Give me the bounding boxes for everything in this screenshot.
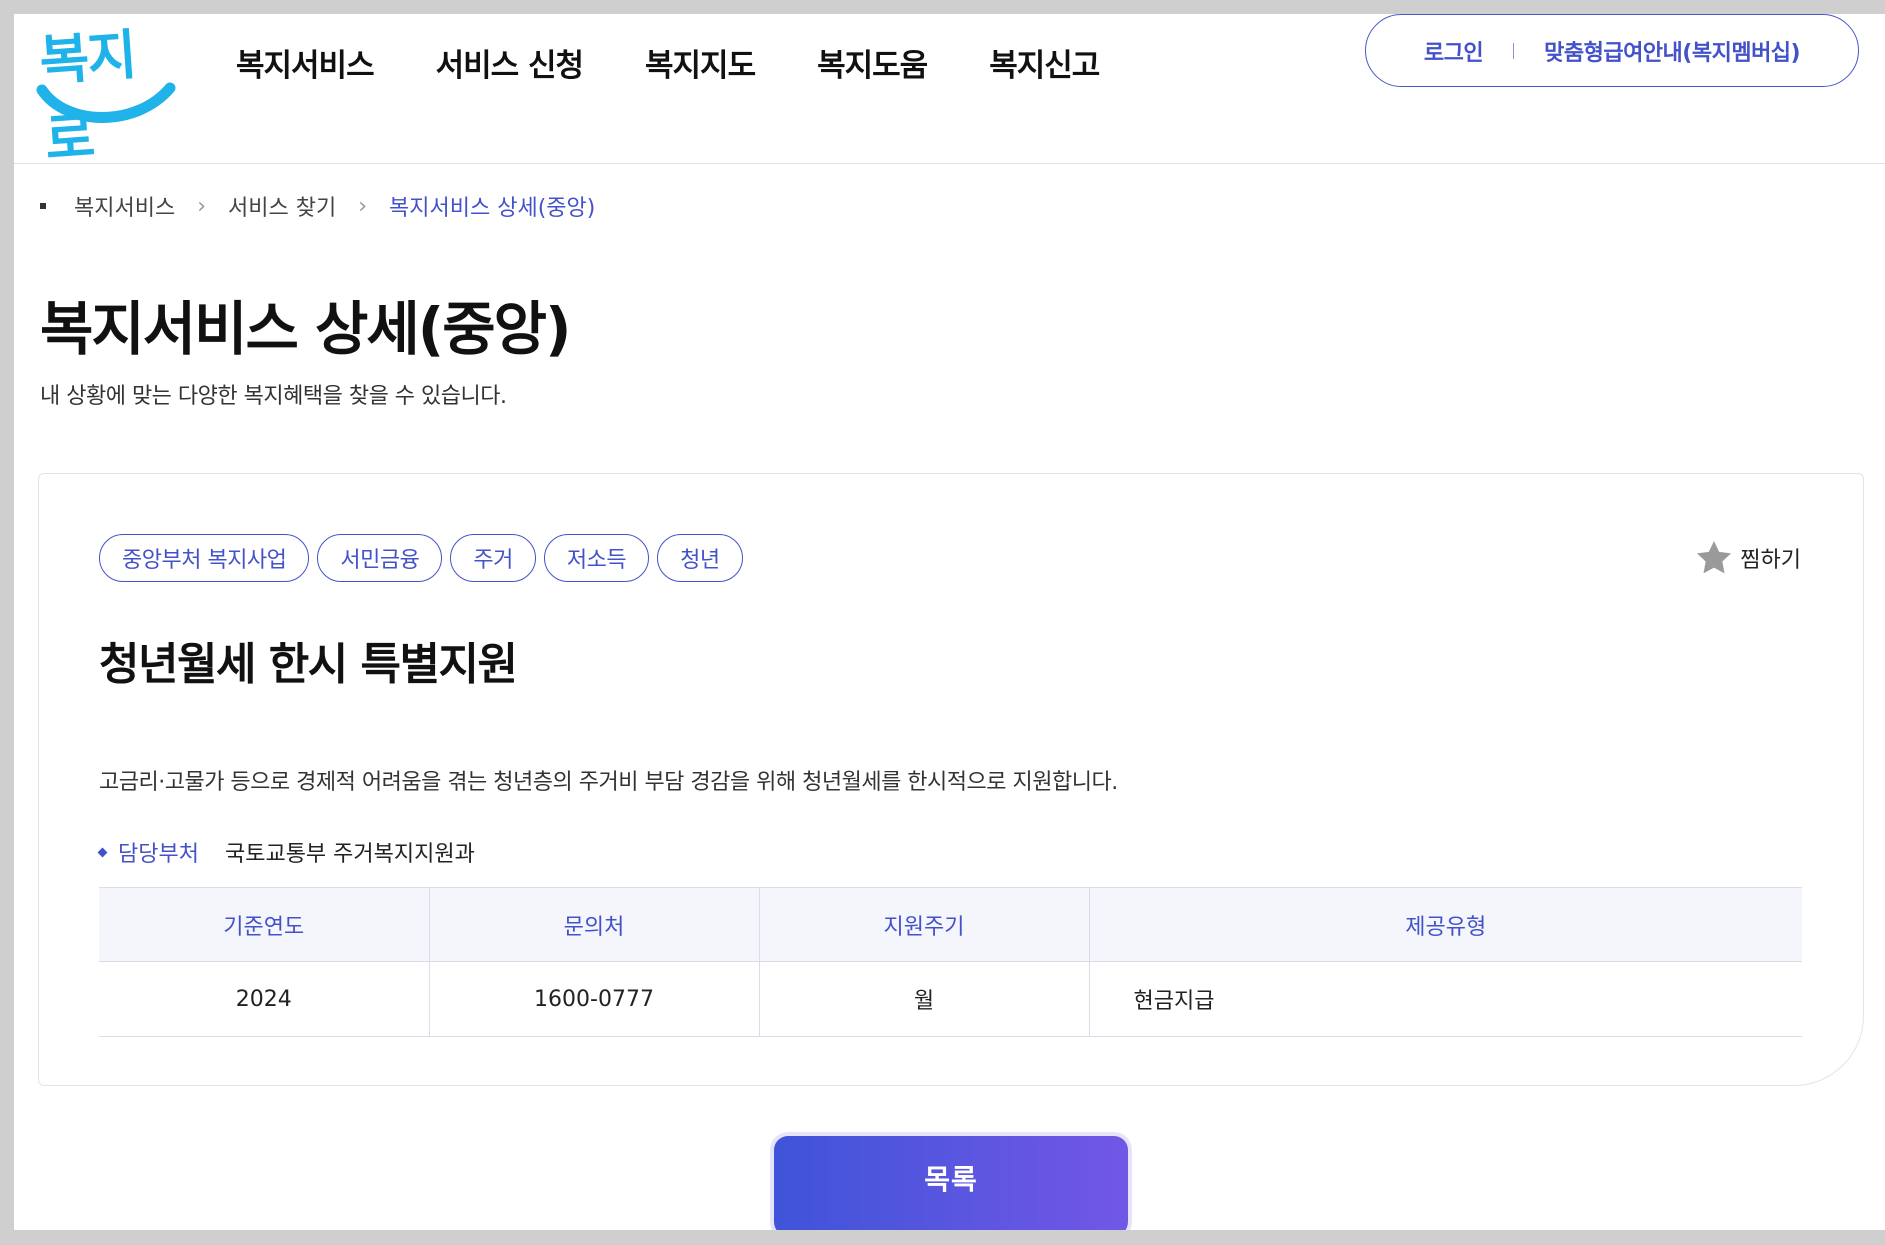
department-value: 국토교통부 주거복지지원과 bbox=[224, 842, 475, 867]
cell-contact: 1600-0777 bbox=[428, 961, 759, 1037]
breadcrumb: 복지서비스 › 서비스 찾기 › 복지서비스 상세(중앙) bbox=[40, 190, 595, 222]
diamond-bullet-icon bbox=[97, 847, 108, 857]
cell-base-year: 2024 bbox=[99, 961, 429, 1037]
star-icon bbox=[1697, 541, 1732, 574]
browser-viewport: 복지로 복지서비스 서비스 신청 복지지도 복지도움 복지신고 로그인 맞춤형급… bbox=[14, 14, 1885, 1230]
nav-welfare-help[interactable]: 복지도움 bbox=[817, 40, 928, 85]
tag-low-income[interactable]: 저소득 bbox=[543, 534, 650, 582]
chevron-right-icon: › bbox=[358, 193, 368, 219]
cell-provision-type: 현금지급 bbox=[1088, 961, 1802, 1037]
service-title: 청년월세 한시 특별지원 bbox=[99, 639, 518, 690]
header-contact: 문의처 bbox=[428, 887, 759, 962]
chevron-right-icon: › bbox=[197, 193, 207, 219]
page-description: 내 상황에 맞는 다양한 복지혜택을 찾을 수 있습니다. bbox=[40, 384, 507, 409]
table-header-row: 기준연도 문의처 지원주기 제공유형 bbox=[99, 887, 1802, 962]
user-menu: 로그인 맞춤형급여안내(복지멤버십) bbox=[1365, 14, 1859, 87]
service-info-table: 기준연도 문의처 지원주기 제공유형 2024 1600-0777 월 현금지급 bbox=[99, 887, 1802, 1037]
main-navigation: 복지서비스 서비스 신청 복지지도 복지도움 복지신고 bbox=[236, 40, 1100, 85]
nav-welfare-report[interactable]: 복지신고 bbox=[989, 40, 1100, 85]
logo-smile-icon bbox=[36, 82, 176, 123]
nav-welfare-map[interactable]: 복지지도 bbox=[645, 40, 756, 85]
tag-youth[interactable]: 청년 bbox=[657, 534, 743, 582]
nav-welfare-service[interactable]: 복지서비스 bbox=[236, 40, 375, 85]
tag-housing[interactable]: 주거 bbox=[450, 534, 536, 582]
service-tags: 중앙부처 복지사업 서민금융 주거 저소득 청년 bbox=[99, 534, 743, 582]
department-info: 담당부처 국토교통부 주거복지지원과 bbox=[97, 836, 475, 868]
service-description: 고금리·고물가 등으로 경제적 어려움을 겪는 청년층의 주거비 부담 경감을 … bbox=[99, 770, 1118, 795]
tag-central-ministry[interactable]: 중앙부처 복지사업 bbox=[99, 534, 310, 582]
list-button[interactable]: 목록 bbox=[774, 1136, 1128, 1230]
header-support-cycle: 지원주기 bbox=[758, 887, 1089, 962]
table-row: 2024 1600-0777 월 현금지급 bbox=[99, 961, 1802, 1037]
breadcrumb-item-service-search[interactable]: 서비스 찾기 bbox=[228, 190, 336, 222]
cell-support-cycle: 월 bbox=[758, 961, 1089, 1037]
breadcrumb-item-current: 복지서비스 상세(중앙) bbox=[389, 196, 596, 221]
header-base-year: 기준연도 bbox=[99, 887, 429, 962]
site-header: 복지로 복지서비스 서비스 신청 복지지도 복지도움 복지신고 로그인 맞춤형급… bbox=[14, 14, 1885, 171]
wishlist-button[interactable]: 찜하기 bbox=[1694, 538, 1801, 578]
header-provision-type: 제공유형 bbox=[1088, 887, 1802, 962]
tag-finance[interactable]: 서민금융 bbox=[317, 534, 443, 582]
divider bbox=[1513, 42, 1515, 59]
nav-service-apply[interactable]: 서비스 신청 bbox=[436, 40, 584, 85]
home-bullet-icon bbox=[40, 203, 46, 209]
department-label: 담당부처 bbox=[118, 842, 199, 867]
breadcrumb-item-welfare-service[interactable]: 복지서비스 bbox=[74, 190, 175, 222]
service-detail-card: 중앙부처 복지사업 서민금융 주거 저소득 청년 찜하기 청년월세 한시 특별지… bbox=[38, 473, 1864, 1086]
site-logo[interactable]: 복지로 bbox=[36, 14, 176, 171]
login-link[interactable]: 로그인 bbox=[1424, 35, 1484, 67]
page-title: 복지서비스 상세(중앙) bbox=[40, 295, 571, 363]
membership-link[interactable]: 맞춤형급여안내(복지멤버십) bbox=[1544, 35, 1801, 67]
wishlist-label: 찜하기 bbox=[1740, 548, 1801, 573]
